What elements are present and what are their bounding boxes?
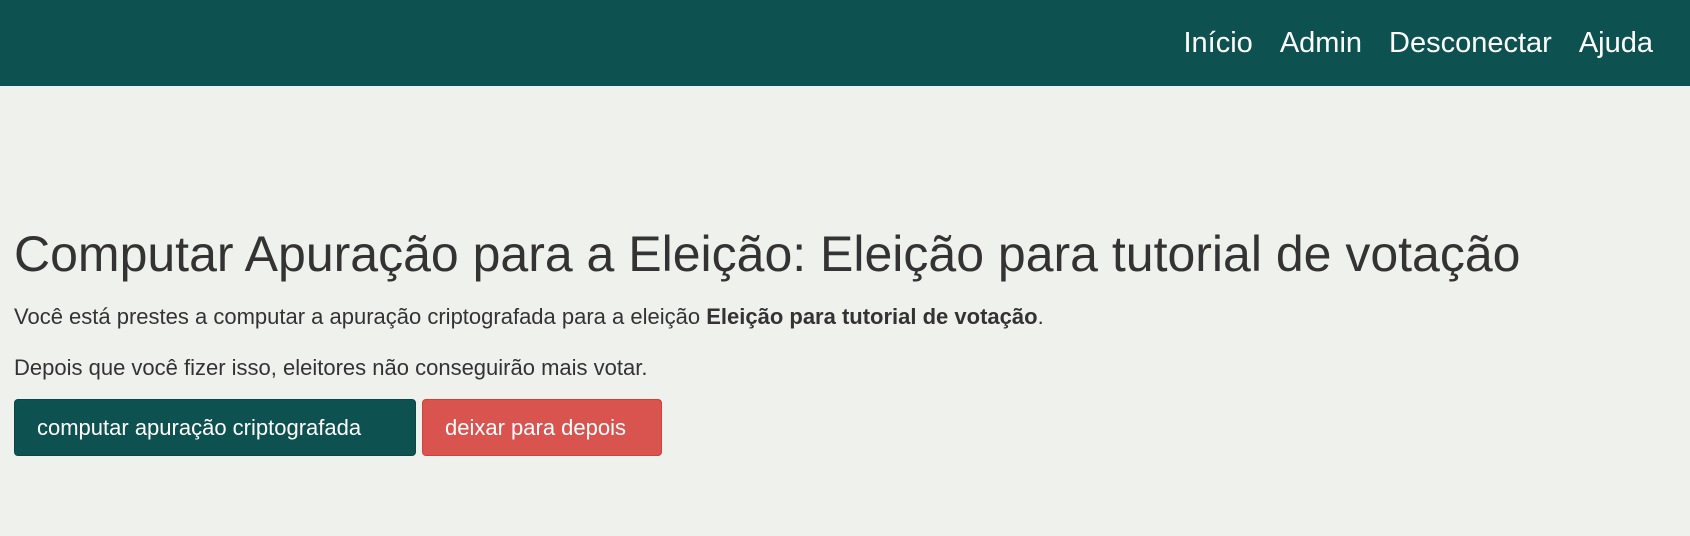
nav-link-desconectar[interactable]: Desconectar <box>1389 28 1552 58</box>
intro-text: Você está prestes a computar a apuração … <box>14 304 707 329</box>
page-title: Computar Apuração para a Eleição: Eleiçã… <box>14 226 1521 282</box>
nav-link-admin[interactable]: Admin <box>1280 28 1362 58</box>
top-navbar: Início Admin Desconectar Ajuda <box>0 0 1690 86</box>
warning-paragraph: Depois que você fizer isso, eleitores nã… <box>14 355 648 380</box>
compute-tally-button[interactable]: computar apuração criptografada <box>14 399 416 456</box>
nav-link-ajuda[interactable]: Ajuda <box>1579 28 1653 58</box>
action-buttons: computar apuração criptografada deixar p… <box>14 399 1690 456</box>
intro-period: . <box>1037 304 1044 329</box>
intro-paragraph: Você está prestes a computar a apuração … <box>14 306 1690 328</box>
election-name: Eleição para tutorial de votação <box>706 304 1038 329</box>
main-content: Computar Apuração para a Eleição: Eleiçã… <box>0 86 1690 456</box>
nav-link-inicio[interactable]: Início <box>1183 28 1252 58</box>
leave-for-later-button[interactable]: deixar para depois <box>422 399 662 456</box>
